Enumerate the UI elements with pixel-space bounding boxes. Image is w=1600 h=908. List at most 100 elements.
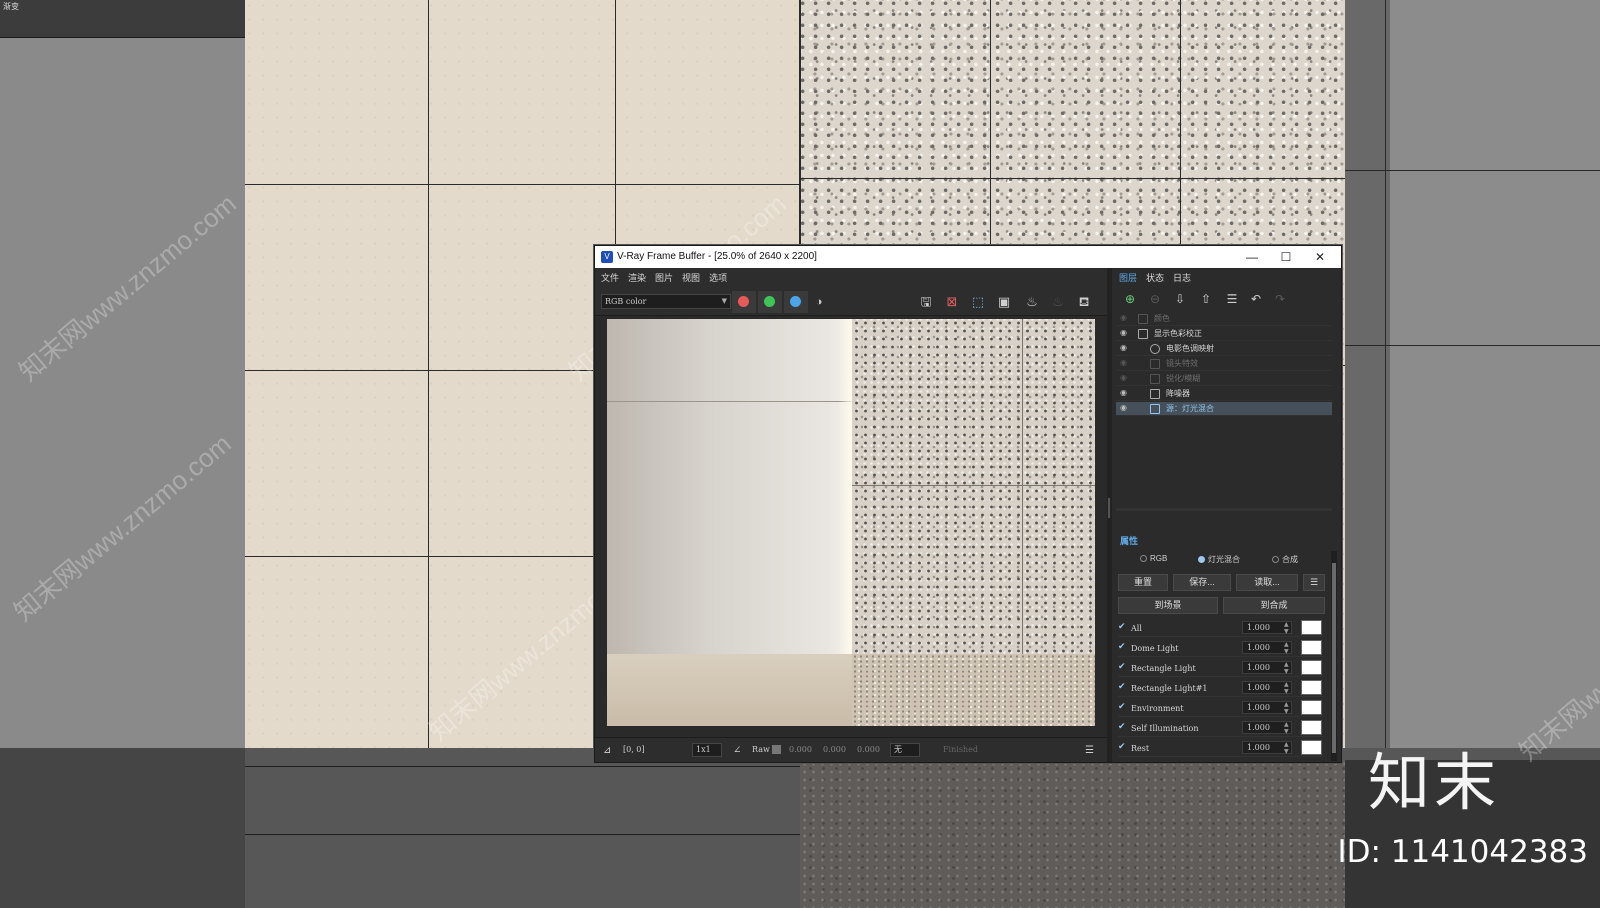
menu-bar: 文件 渲染 图片 视图 选项 — [595, 268, 1107, 288]
layer-label: 降噪器 — [1166, 389, 1190, 398]
layer-icon — [1138, 314, 1148, 324]
layer-item[interactable]: ◉ 降噪器 — [1116, 387, 1332, 401]
status-bar: ⊿ [0, 0] 1x1 ∠ Raw 0.000 0.000 0.000 无 F… — [595, 737, 1107, 762]
channel-select[interactable]: RGB color ▼ — [601, 294, 731, 309]
light-color-swatch[interactable] — [1301, 720, 1322, 735]
minimize-button[interactable]: — — [1235, 246, 1269, 268]
maximize-button[interactable]: ☐ — [1269, 246, 1303, 268]
light-color-swatch[interactable] — [1301, 620, 1322, 635]
spinner-icon[interactable]: ▲ ▼ — [1284, 621, 1289, 635]
color-correction-icon — [1138, 329, 1148, 339]
mode-rgb[interactable]: RGB — [1140, 554, 1167, 563]
mode-light-mix-label: 灯光混合 — [1208, 555, 1240, 564]
panel-toggle-icon[interactable]: ☰ — [1085, 745, 1094, 756]
tab-stats[interactable]: 状态 — [1146, 271, 1164, 284]
load-layers-icon[interactable]: ⇧ — [1196, 290, 1216, 308]
layer-item[interactable]: ◉ 显示色彩校正 — [1116, 327, 1332, 341]
render-area[interactable] — [595, 317, 1107, 737]
floor-left — [0, 748, 245, 908]
spinner-icon[interactable]: ▲ ▼ — [1284, 661, 1289, 675]
light-checkbox[interactable]: ✔ — [1118, 683, 1127, 692]
follow-mouse-icon[interactable]: ▣ — [995, 293, 1013, 311]
to-composite-button[interactable]: 到合成 — [1223, 597, 1325, 614]
stop-render-icon[interactable]: ♨ — [1049, 293, 1067, 311]
light-checkbox[interactable]: ✔ — [1118, 703, 1127, 712]
render-icon[interactable]: ♨ — [1023, 293, 1041, 311]
display-mode-select[interactable]: 无 — [890, 743, 920, 757]
to-scene-button[interactable]: 到场景 — [1118, 597, 1218, 614]
spinner-icon[interactable]: ▲ ▼ — [1284, 741, 1289, 755]
save-image-icon[interactable]: 🖫 — [917, 293, 935, 311]
alpha-channel-icon[interactable]: ◑ — [810, 293, 828, 311]
save-button[interactable]: 保存... — [1173, 574, 1231, 591]
region-render-icon[interactable]: ⬚ — [969, 293, 987, 311]
layer-item[interactable]: ◉ 颜色 — [1116, 312, 1332, 326]
light-color-swatch[interactable] — [1301, 640, 1322, 655]
layer-item-selected[interactable]: ◉ 源：灯光混合 — [1116, 402, 1332, 416]
denoiser-icon — [1150, 389, 1160, 399]
color-picker-icon[interactable]: ∠ — [733, 745, 741, 756]
vray-icon: V — [601, 251, 613, 263]
save-layers-icon[interactable]: ⇩ — [1170, 290, 1190, 308]
close-button[interactable]: ✕ — [1303, 246, 1337, 268]
light-name: Rest — [1131, 744, 1150, 753]
layer-item[interactable]: ◉ 镜头特效 — [1116, 357, 1332, 371]
pick-pixel-icon[interactable]: ⊿ — [603, 745, 611, 756]
eye-icon[interactable]: ◉ — [1120, 403, 1127, 412]
undo-icon[interactable]: ↶ — [1246, 290, 1266, 308]
vray-frame-buffer-window[interactable]: V V-Ray Frame Buffer - [25.0% of 2640 x … — [594, 245, 1342, 763]
reset-button[interactable]: 重置 — [1118, 574, 1168, 591]
menu-options[interactable]: 选项 — [706, 268, 730, 288]
rendered-image[interactable] — [607, 319, 1095, 726]
light-color-swatch[interactable] — [1301, 740, 1322, 755]
light-row: ✔ Rectangle Light#1 1.000 ▲ ▼ — [1118, 679, 1324, 697]
render-state: Finished — [943, 745, 978, 754]
mode-light-mix[interactable]: 灯光混合 — [1198, 554, 1240, 565]
render-last-icon[interactable]: ⛾ — [1075, 293, 1093, 311]
spinner-icon[interactable]: ▲ ▼ — [1284, 721, 1289, 735]
panel-divider[interactable] — [1116, 508, 1332, 511]
load-button[interactable]: 读取... — [1236, 574, 1298, 591]
list-options-icon[interactable]: ☰ — [1303, 574, 1325, 591]
radio-icon — [1140, 555, 1147, 562]
delete-layer-icon[interactable]: ⊖ — [1145, 290, 1165, 308]
menu-view[interactable]: 视图 — [679, 268, 703, 288]
light-checkbox[interactable]: ✔ — [1118, 643, 1127, 652]
eye-icon[interactable]: ◉ — [1120, 313, 1127, 322]
clear-image-icon[interactable]: ⊠ — [943, 293, 961, 311]
layer-item[interactable]: ◉ 电影色调映射 — [1116, 342, 1332, 356]
light-checkbox[interactable]: ✔ — [1118, 723, 1127, 732]
light-row: ✔ Dome Light 1.000 ▲ ▼ — [1118, 639, 1324, 657]
light-checkbox[interactable]: ✔ — [1118, 743, 1127, 752]
title-bar[interactable]: V V-Ray Frame Buffer - [25.0% of 2640 x … — [595, 246, 1341, 268]
eye-icon[interactable]: ◉ — [1120, 343, 1127, 352]
layer-item[interactable]: ◉ 锐化/模糊 — [1116, 372, 1332, 386]
light-name: Rectangle Light#1 — [1131, 684, 1208, 693]
mode-composite[interactable]: 合成 — [1272, 554, 1298, 565]
mode-composite-label: 合成 — [1282, 555, 1298, 564]
spinner-icon[interactable]: ▲ ▼ — [1284, 701, 1289, 715]
menu-file[interactable]: 文件 — [598, 268, 622, 288]
raw-r: 0.000 — [789, 745, 812, 754]
light-checkbox[interactable]: ✔ — [1118, 663, 1127, 672]
tab-log[interactable]: 日志 — [1173, 271, 1191, 284]
menu-render[interactable]: 渲染 — [625, 268, 649, 288]
light-color-swatch[interactable] — [1301, 660, 1322, 675]
spinner-icon[interactable]: ▲ ▼ — [1284, 681, 1289, 695]
eye-icon[interactable]: ◉ — [1120, 358, 1127, 367]
light-color-swatch[interactable] — [1301, 700, 1322, 715]
eye-icon[interactable]: ◉ — [1120, 388, 1127, 397]
layer-list-icon[interactable]: ☰ — [1222, 290, 1242, 308]
menu-image[interactable]: 图片 — [652, 268, 676, 288]
redo-icon[interactable]: ↷ — [1270, 290, 1290, 308]
raw-swatch — [772, 745, 781, 754]
spinner-icon[interactable]: ▲ ▼ — [1284, 641, 1289, 655]
tab-layers[interactable]: 图层 — [1119, 271, 1137, 284]
zoom-select[interactable]: 1x1 — [692, 743, 722, 757]
properties-scrollbar[interactable] — [1331, 551, 1337, 761]
light-color-swatch[interactable] — [1301, 680, 1322, 695]
eye-icon[interactable]: ◉ — [1120, 328, 1127, 337]
eye-icon[interactable]: ◉ — [1120, 373, 1127, 382]
add-layer-icon[interactable]: ⊕ — [1120, 290, 1140, 308]
light-checkbox[interactable]: ✔ — [1118, 623, 1127, 632]
